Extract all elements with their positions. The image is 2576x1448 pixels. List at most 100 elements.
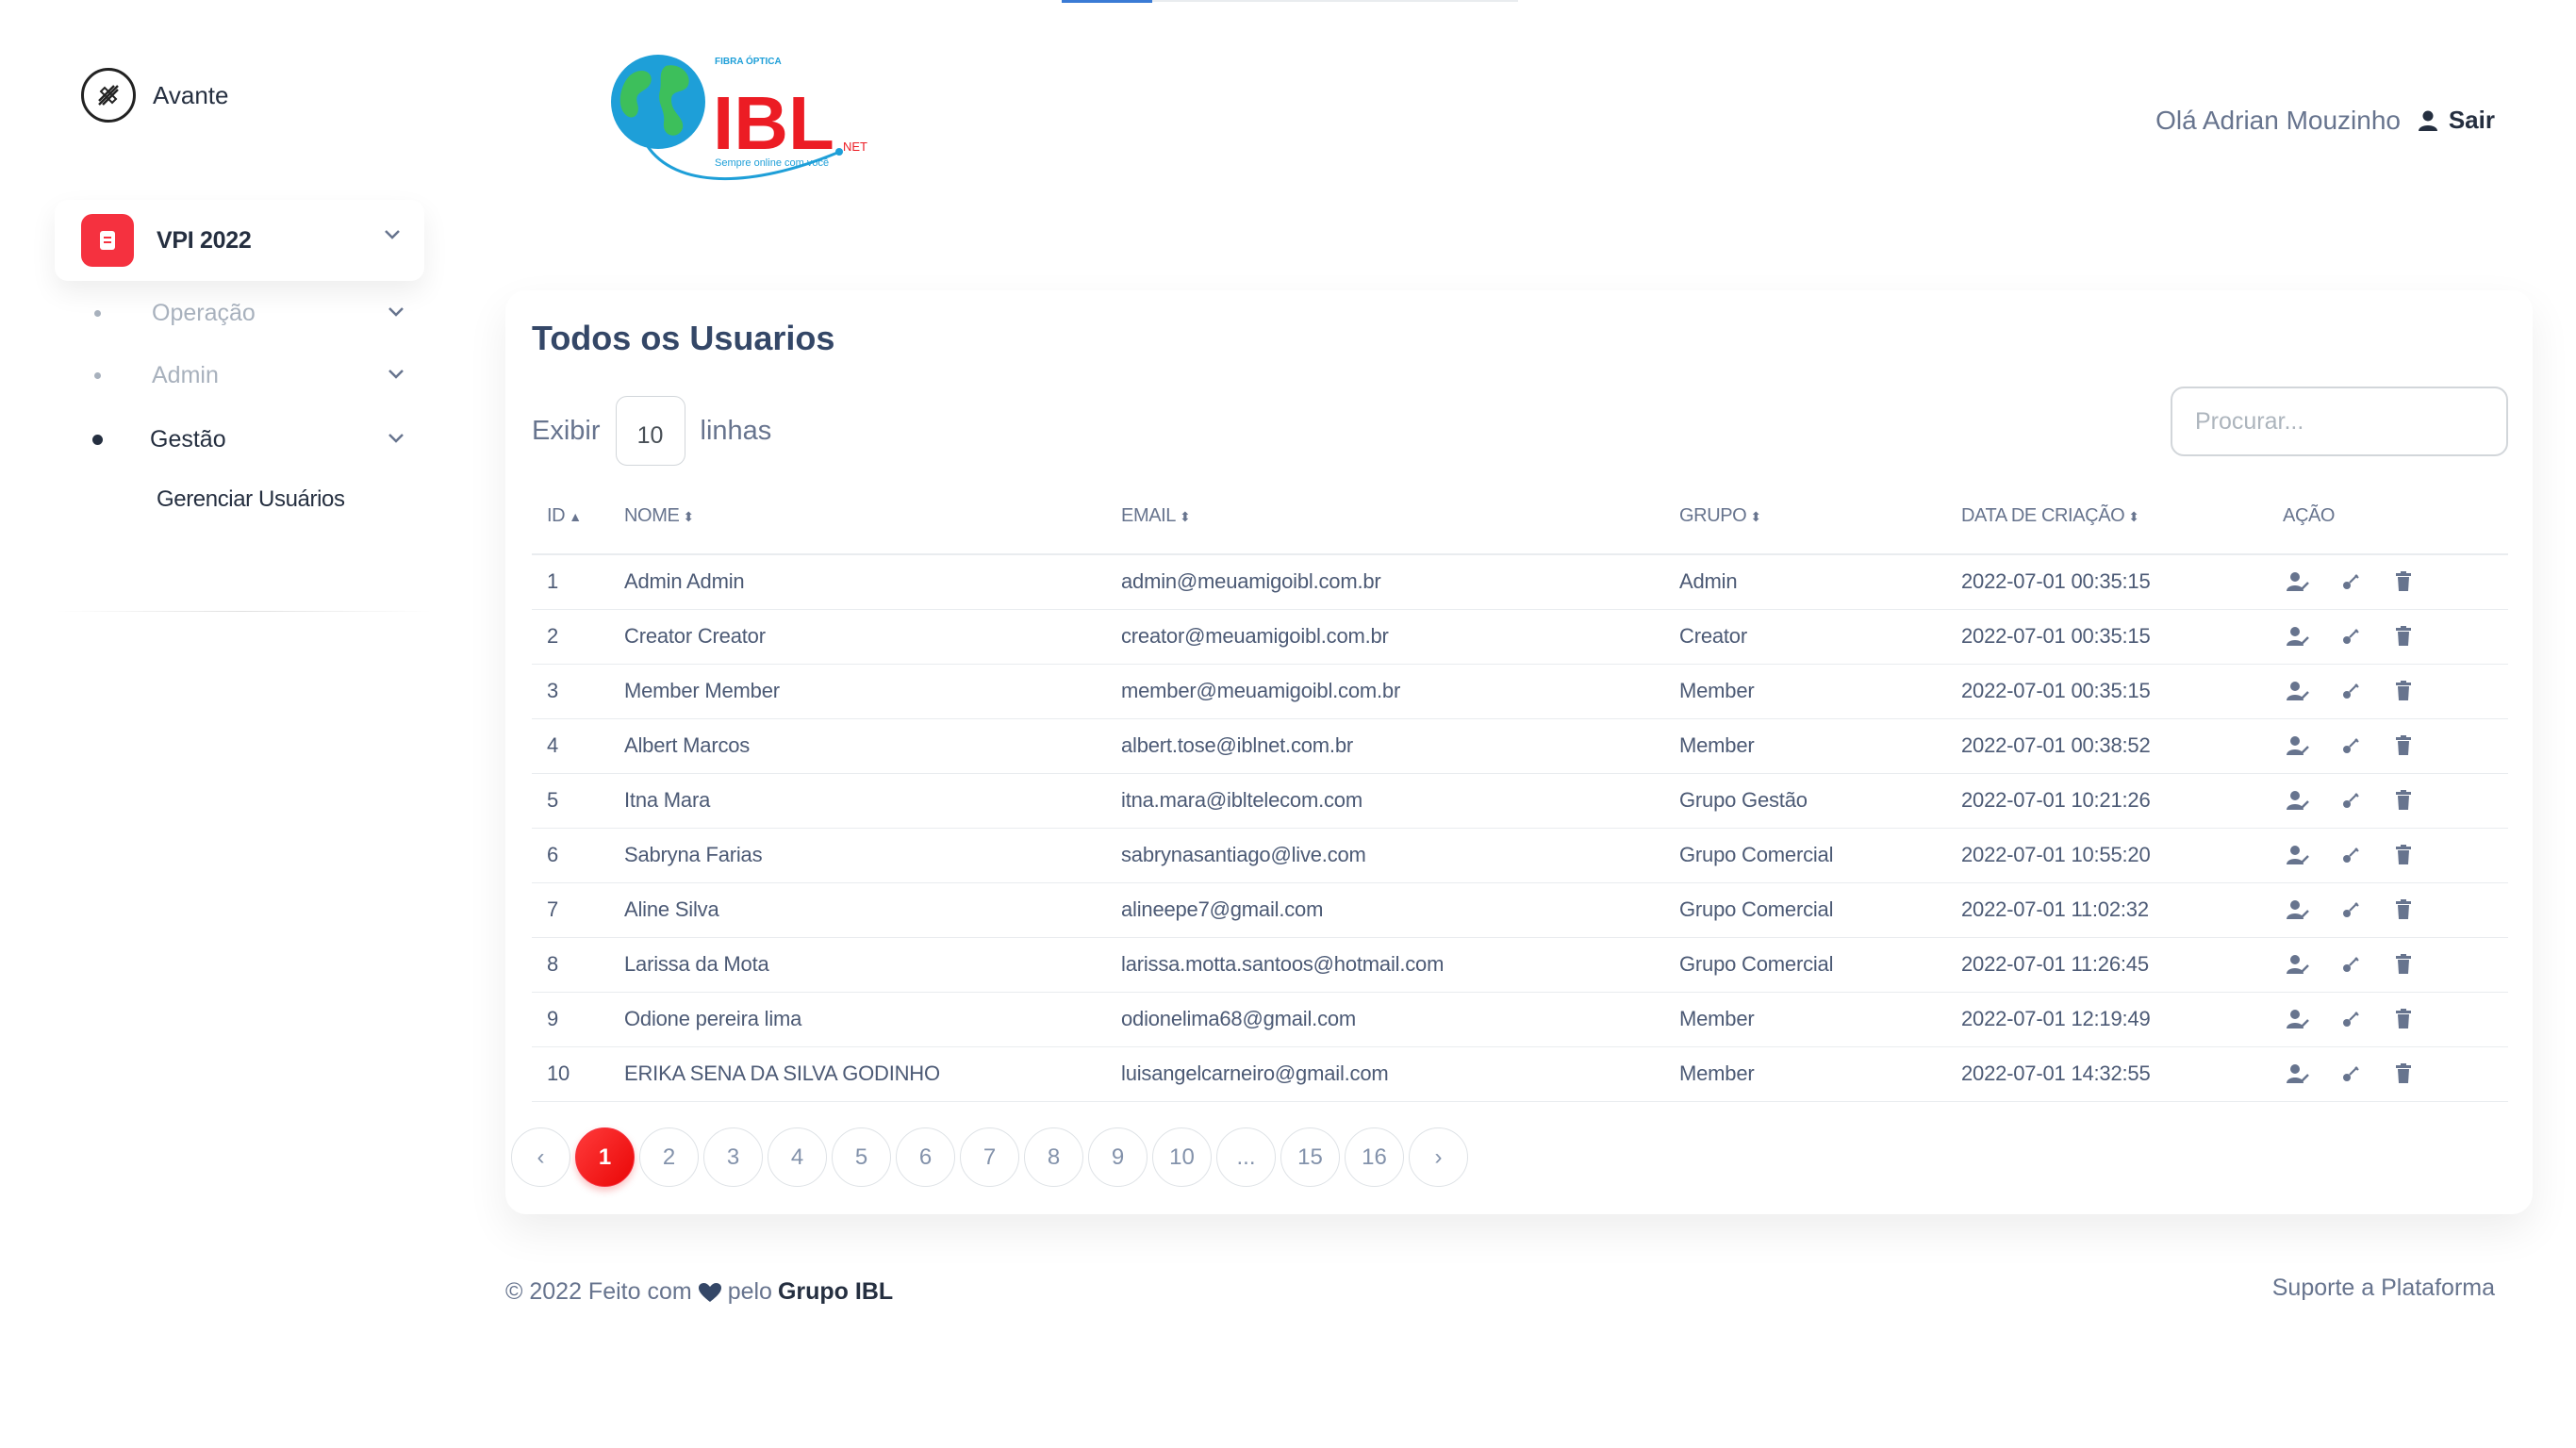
cell-actions xyxy=(2283,718,2508,774)
edit-user-icon[interactable] xyxy=(2283,840,2313,870)
table-header-row: ID ▲ NOME ⬍ EMAIL ⬍ GRUPO ⬍ DATA DE CRIAÇÃO ⬍… xyxy=(532,479,2508,555)
cell-actions xyxy=(2283,664,2508,719)
pagination-prev-button[interactable]: ‹ xyxy=(511,1127,570,1187)
svg-text:IBL: IBL xyxy=(713,81,834,165)
key-icon[interactable] xyxy=(2336,785,2366,815)
pagination-page-6[interactable]: 6 xyxy=(896,1127,955,1187)
edit-user-icon[interactable] xyxy=(2283,676,2313,706)
rows-per-page-select[interactable]: 10 xyxy=(615,396,685,466)
edit-user-icon[interactable] xyxy=(2283,621,2313,651)
pagination-next-button[interactable]: › xyxy=(1409,1127,1468,1187)
logout-label: Sair xyxy=(2448,106,2495,134)
edit-user-icon[interactable] xyxy=(2283,567,2313,597)
pagination-page-9[interactable]: 9 xyxy=(1088,1127,1148,1187)
trash-icon[interactable] xyxy=(2388,731,2419,761)
sidebar-link-gerenciar-usuarios[interactable]: Gerenciar Usuários xyxy=(157,486,345,513)
sidebar-item-operacao[interactable]: Operação xyxy=(94,294,405,332)
pagination-page-1[interactable]: 1 xyxy=(575,1127,635,1187)
pagination-page-7[interactable]: 7 xyxy=(960,1127,1019,1187)
table-row: 10 ERIKA SENA DA SILVA GODINHO luisangelca… xyxy=(532,1046,2508,1102)
trash-icon[interactable] xyxy=(2388,1004,2419,1034)
bullet-icon xyxy=(94,309,101,317)
cell-group: Admin xyxy=(1679,554,1961,610)
cell-date: 2022-07-01 10:21:26 xyxy=(1961,773,2283,829)
edit-user-icon[interactable] xyxy=(2283,895,2313,925)
cell-group: Member xyxy=(1679,1046,1961,1102)
search-input[interactable] xyxy=(2171,387,2508,456)
pagination-page-5[interactable]: 5 xyxy=(832,1127,891,1187)
sidebar-divider xyxy=(55,611,432,612)
sidebar-item-gestao[interactable]: Gestão xyxy=(92,420,405,458)
trash-icon[interactable] xyxy=(2388,621,2419,651)
trash-icon[interactable] xyxy=(2388,949,2419,979)
cell-actions xyxy=(2283,937,2508,993)
cell-name: Odione pereira lima xyxy=(624,992,1121,1047)
key-icon[interactable] xyxy=(2336,1059,2366,1089)
users-table: ID ▲ NOME ⬍ EMAIL ⬍ GRUPO ⬍ DATA DE CRIAÇÃO ⬍… xyxy=(532,479,2508,1102)
cell-email: member@meuamigoibl.com.br xyxy=(1121,664,1679,719)
support-link[interactable]: Suporte a Plataforma xyxy=(2272,1275,2495,1302)
logout-link[interactable]: Sair xyxy=(2417,106,2495,135)
cell-id: 3 xyxy=(532,664,624,719)
ibl-net-logo: IBL NET FIBRA ÓPTICA Sempre online com v… xyxy=(611,55,867,180)
edit-user-icon[interactable] xyxy=(2283,1059,2313,1089)
edit-user-icon[interactable] xyxy=(2283,1004,2313,1034)
bullet-icon xyxy=(92,434,103,445)
table-row: 9 Odione pereira lima odionelima68@gmail.c… xyxy=(532,992,2508,1047)
trash-icon[interactable] xyxy=(2388,676,2419,706)
pagination-page-8[interactable]: 8 xyxy=(1024,1127,1083,1187)
sidebar-item-vpi-2022[interactable]: VPI 2022 xyxy=(55,200,424,281)
rows-suffix: linhas xyxy=(700,415,772,446)
top-progress-bar xyxy=(1062,0,1518,3)
table-row: 5 Itna Mara itna.mara@ibltelecom.com Grupo … xyxy=(532,773,2508,829)
key-icon[interactable] xyxy=(2336,1004,2366,1034)
table-row: 7 Aline Silva alineepe7@gmail.com Grupo Com… xyxy=(532,882,2508,938)
trash-icon[interactable] xyxy=(2388,567,2419,597)
column-header-name[interactable]: NOME ⬍ xyxy=(624,479,1121,555)
table-row: 2 Creator Creator creator@meuamigoibl.com.… xyxy=(532,609,2508,665)
users-card: Todos os Usuarios Exibir 10 linhas ID▲ N… xyxy=(505,290,2533,1214)
pagination-page-10[interactable]: 10 xyxy=(1152,1127,1212,1187)
sort-asc-icon: ▲ xyxy=(569,509,582,524)
key-icon[interactable] xyxy=(2336,895,2366,925)
trash-icon[interactable] xyxy=(2388,785,2419,815)
rows-per-page-control: Exibir 10 linhas xyxy=(532,396,771,466)
pagination-page-16[interactable]: 16 xyxy=(1345,1127,1404,1187)
pagination-page-15[interactable]: 15 xyxy=(1280,1127,1340,1187)
column-header-date[interactable]: DATA DE CRIAÇÃO ⬍ xyxy=(1961,479,2283,555)
column-header-email[interactable]: EMAIL ⬍ xyxy=(1121,479,1679,555)
table-row: 4 Albert Marcos albert.tose@iblnet.com.br M… xyxy=(532,718,2508,774)
sidebar-brand[interactable]: Avante xyxy=(81,68,228,123)
key-icon[interactable] xyxy=(2336,949,2366,979)
cell-actions xyxy=(2283,828,2508,883)
cell-email: odionelima68@gmail.com xyxy=(1121,992,1679,1047)
pagination-ellipsis[interactable]: ... xyxy=(1216,1127,1276,1187)
table-row: 1 Admin Admin admin@meuamigoibl.com.br Admi… xyxy=(532,554,2508,610)
key-icon[interactable] xyxy=(2336,676,2366,706)
edit-user-icon[interactable] xyxy=(2283,785,2313,815)
trash-icon[interactable] xyxy=(2388,840,2419,870)
pagination-page-4[interactable]: 4 xyxy=(768,1127,827,1187)
key-icon[interactable] xyxy=(2336,731,2366,761)
cell-name: Itna Mara xyxy=(624,773,1121,829)
footer-brand-link[interactable]: Grupo IBL xyxy=(778,1278,893,1306)
cell-date: 2022-07-01 10:55:20 xyxy=(1961,828,2283,883)
trash-icon[interactable] xyxy=(2388,895,2419,925)
sidebar-item-admin[interactable]: Admin xyxy=(94,356,405,394)
column-header-group[interactable]: GRUPO ⬍ xyxy=(1679,479,1961,555)
cell-group: Grupo Comercial xyxy=(1679,937,1961,993)
column-header-id[interactable]: ID ▲ xyxy=(532,479,624,555)
pagination-page-2[interactable]: 2 xyxy=(639,1127,699,1187)
edit-user-icon[interactable] xyxy=(2283,949,2313,979)
edit-user-icon[interactable] xyxy=(2283,731,2313,761)
brand-label: Avante xyxy=(153,80,229,109)
pagination-page-3[interactable]: 3 xyxy=(703,1127,763,1187)
cell-id: 4 xyxy=(532,718,624,774)
key-icon[interactable] xyxy=(2336,840,2366,870)
cell-id: 7 xyxy=(532,882,624,938)
trash-icon[interactable] xyxy=(2388,1059,2419,1089)
key-icon[interactable] xyxy=(2336,567,2366,597)
cell-email: alineepe7@gmail.com xyxy=(1121,882,1679,938)
cell-email: larissa.motta.santoos@hotmail.com xyxy=(1121,937,1679,993)
key-icon[interactable] xyxy=(2336,621,2366,651)
